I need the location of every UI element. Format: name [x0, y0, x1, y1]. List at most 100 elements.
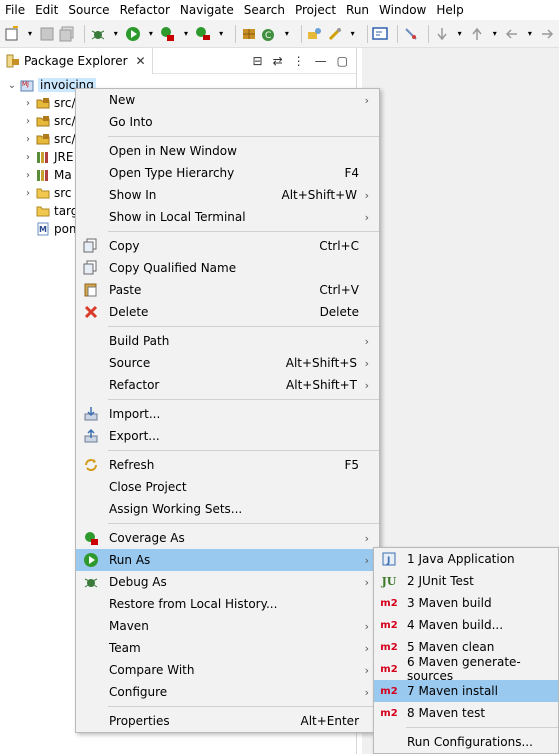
- forward-icon[interactable]: [539, 25, 555, 43]
- menu-item-6-maven-generate-sources[interactable]: m2 6 Maven generate-sources: [374, 655, 558, 683]
- menu-item-label: Show in Local Terminal: [109, 210, 246, 224]
- dropdown-icon[interactable]: ▾: [347, 25, 358, 43]
- menu-item-coverage-as[interactable]: Coverage As ›: [76, 527, 379, 549]
- dropdown-icon[interactable]: ▾: [24, 25, 35, 43]
- prev-annotation-icon[interactable]: [469, 25, 485, 43]
- menu-item-import[interactable]: Import...: [76, 403, 379, 425]
- menu-edit[interactable]: Edit: [30, 0, 63, 20]
- menu-item-1-java-application[interactable]: J 1 Java Application: [374, 548, 558, 570]
- menu-separator: [76, 133, 379, 140]
- back-icon[interactable]: [504, 25, 520, 43]
- run-icon[interactable]: [125, 25, 141, 43]
- coverage-icon[interactable]: [160, 25, 176, 43]
- menu-refactor[interactable]: Refactor: [115, 0, 175, 20]
- chevron-right-icon: ›: [364, 619, 369, 633]
- dropdown-icon[interactable]: ▾: [454, 25, 465, 43]
- save-all-icon[interactable]: [59, 25, 75, 43]
- menu-item-copy[interactable]: Copy Ctrl+C: [76, 235, 379, 257]
- menu-item-open-in-new-window[interactable]: Open in New Window: [76, 140, 379, 162]
- dropdown-icon[interactable]: ▾: [215, 25, 226, 43]
- menu-item-open-type-hierarchy[interactable]: Open Type Hierarchy F4: [76, 162, 379, 184]
- menu-item-go-into[interactable]: Go Into: [76, 111, 379, 133]
- chevron-right-icon[interactable]: ›: [22, 152, 34, 163]
- menu-item-label: Configure: [109, 685, 168, 699]
- dropdown-icon[interactable]: ▾: [489, 25, 500, 43]
- menu-item-run-configurations[interactable]: Run Configurations...: [374, 731, 558, 753]
- menu-icon-slot: [76, 593, 106, 615]
- console-icon[interactable]: [372, 25, 389, 43]
- menu-item-show-in[interactable]: Show In Alt+Shift+W ›: [76, 184, 379, 206]
- menu-item-team[interactable]: Team ›: [76, 637, 379, 659]
- menu-item-copy-qualified-name[interactable]: Copy Qualified Name: [76, 257, 379, 279]
- menu-item-refresh[interactable]: Refresh F5: [76, 454, 379, 476]
- save-icon[interactable]: [39, 25, 55, 43]
- menu-help[interactable]: Help: [431, 0, 468, 20]
- maximize-icon[interactable]: ▢: [337, 54, 348, 68]
- menu-item-8-maven-test[interactable]: m2 8 Maven test: [374, 702, 558, 724]
- chevron-right-icon[interactable]: ›: [22, 98, 34, 109]
- menu-item-properties[interactable]: Properties Alt+Enter: [76, 710, 379, 732]
- menu-item-4-maven-build[interactable]: m2 4 Maven build...: [374, 614, 558, 636]
- menu-item-compare-with[interactable]: Compare With ›: [76, 659, 379, 681]
- new-icon[interactable]: [4, 25, 20, 43]
- menu-item-run-as[interactable]: Run As ›: [76, 549, 379, 571]
- menu-item-debug-as[interactable]: Debug As ›: [76, 571, 379, 593]
- menu-item-source[interactable]: Source Alt+Shift+S ›: [76, 352, 379, 374]
- external-tools-icon[interactable]: [195, 25, 211, 43]
- menu-item-label: Source: [109, 356, 151, 370]
- menu-icon-slot: [76, 184, 106, 206]
- tab-package-explorer[interactable]: Package Explorer ✕: [0, 47, 153, 74]
- new-class-icon[interactable]: C: [261, 25, 277, 43]
- link-with-editor-icon[interactable]: ⇄: [273, 54, 283, 68]
- close-icon[interactable]: ✕: [136, 54, 146, 68]
- menu-item-delete[interactable]: Delete Delete: [76, 301, 379, 323]
- menu-item-paste[interactable]: Paste Ctrl+V: [76, 279, 379, 301]
- menu-file[interactable]: File: [0, 0, 30, 20]
- m2-icon: m2: [380, 707, 398, 719]
- menu-project[interactable]: Project: [290, 0, 341, 20]
- m2-icon: m2: [380, 619, 398, 631]
- menu-item-close-project[interactable]: Close Project: [76, 476, 379, 498]
- minimize-icon[interactable]: —: [315, 54, 327, 68]
- menu-item-maven[interactable]: Maven ›: [76, 615, 379, 637]
- view-menu-icon[interactable]: ⋮: [293, 54, 305, 68]
- new-package-icon[interactable]: [241, 25, 257, 43]
- menu-item-assign-working-sets[interactable]: Assign Working Sets...: [76, 498, 379, 520]
- dropdown-icon[interactable]: ▾: [281, 25, 292, 43]
- menu-item-new[interactable]: New ›: [76, 89, 379, 111]
- tree-item-label: src/: [54, 114, 76, 128]
- chevron-right-icon: ›: [364, 334, 369, 348]
- menu-search[interactable]: Search: [239, 0, 290, 20]
- dropdown-icon[interactable]: ▾: [110, 25, 121, 43]
- chevron-right-icon: ›: [364, 378, 369, 392]
- menu-item-build-path[interactable]: Build Path ›: [76, 330, 379, 352]
- chevron-right-icon[interactable]: ›: [22, 170, 34, 181]
- menu-window[interactable]: Window: [374, 0, 431, 20]
- menu-item-configure[interactable]: Configure ›: [76, 681, 379, 703]
- chevron-right-icon[interactable]: ›: [22, 188, 34, 199]
- menu-item-7-maven-install[interactable]: m2 7 Maven install: [374, 680, 558, 702]
- toggle-mark-icon[interactable]: [403, 25, 419, 43]
- menu-source[interactable]: Source: [63, 0, 114, 20]
- menu-item-export[interactable]: Export...: [76, 425, 379, 447]
- open-type-icon[interactable]: [307, 25, 323, 43]
- menu-item-refactor[interactable]: Refactor Alt+Shift+T ›: [76, 374, 379, 396]
- menu-item-show-in-local-terminal[interactable]: Show in Local Terminal ›: [76, 206, 379, 228]
- debug-icon[interactable]: [90, 25, 106, 43]
- menu-item-2-junit-test[interactable]: JU 2 JUnit Test: [374, 570, 558, 592]
- search-icon[interactable]: [327, 25, 343, 43]
- menu-item-label: Show In: [109, 188, 157, 202]
- next-annotation-icon[interactable]: [434, 25, 450, 43]
- menu-navigate[interactable]: Navigate: [175, 0, 239, 20]
- dropdown-icon[interactable]: ▾: [180, 25, 191, 43]
- chevron-down-icon[interactable]: ⌄: [6, 80, 18, 91]
- menu-run[interactable]: Run: [341, 0, 374, 20]
- dropdown-icon[interactable]: ▾: [524, 25, 535, 43]
- chevron-right-icon[interactable]: ›: [22, 116, 34, 127]
- dropdown-icon[interactable]: ▾: [145, 25, 156, 43]
- menu-item-restore-from-local-history[interactable]: Restore from Local History...: [76, 593, 379, 615]
- menu-item-3-maven-build[interactable]: m2 3 Maven build: [374, 592, 558, 614]
- menu-separator: [76, 323, 379, 330]
- chevron-right-icon[interactable]: ›: [22, 134, 34, 145]
- collapse-all-icon[interactable]: ⊟: [253, 54, 263, 68]
